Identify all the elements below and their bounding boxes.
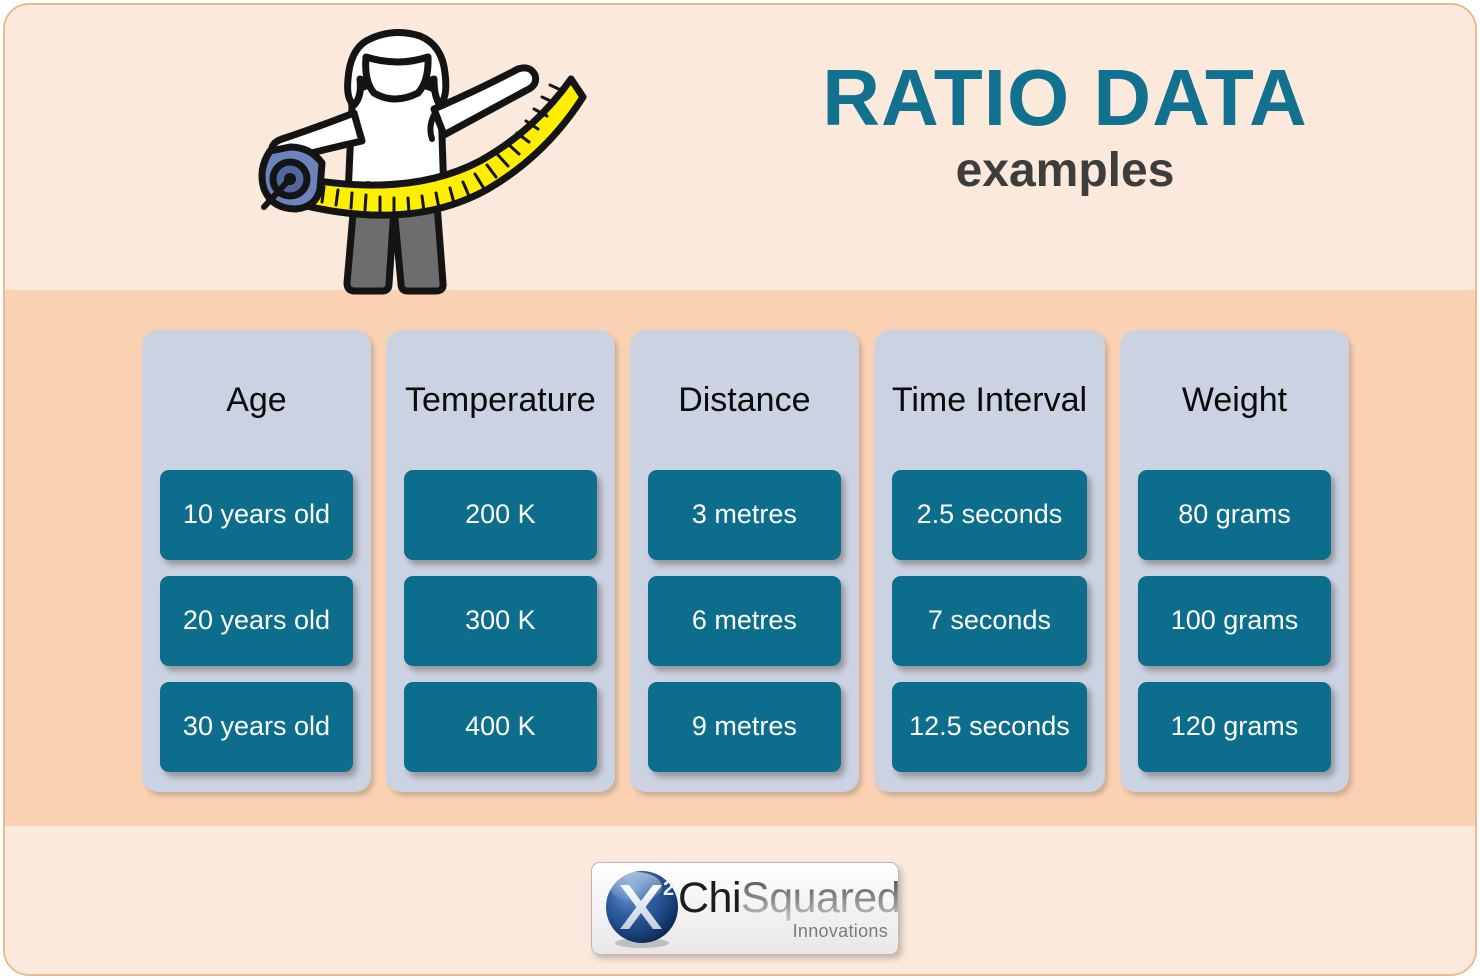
example-pill-stack: 200 K 300 K 400 K [403,470,597,772]
logo-word-row: ChiSquared [678,874,901,922]
category-card-age: Age 10 years old 20 years old 30 years o… [142,330,371,792]
logo-word-chi: Chi [678,874,742,922]
svg-text:2: 2 [663,878,674,900]
category-card-weight: Weight 80 grams 100 grams 120 grams [1120,330,1349,792]
example-pill: 3 metres [647,470,841,560]
example-pill: 20 years old [160,576,353,666]
example-pill: 300 K [403,576,597,666]
examples-card-row: Age 10 years old 20 years old 30 years o… [142,330,1349,792]
example-pill: 2.5 seconds [891,470,1088,560]
example-pill-stack: 3 metres 6 metres 9 metres [647,470,841,772]
category-header: Age [226,380,287,419]
example-pill: 80 grams [1138,470,1331,560]
title-block: RATIO DATA examples [775,57,1355,197]
example-pill-stack: 80 grams 100 grams 120 grams [1138,470,1331,772]
category-header: Weight [1181,380,1288,419]
example-pill: 12.5 seconds [891,682,1088,772]
category-header: Distance [678,380,811,419]
category-card-time-interval: Time Interval 2.5 seconds 7 seconds 12.5… [873,330,1106,792]
example-pill: 100 grams [1138,576,1331,666]
example-pill: 10 years old [160,470,353,560]
example-pill: 200 K [403,470,597,560]
page-title: RATIO DATA [822,53,1308,142]
category-card-temperature: Temperature 200 K 300 K 400 K [385,330,615,792]
example-pill: 30 years old [160,682,353,772]
example-pill: 400 K [403,682,597,772]
example-pill: 120 grams [1138,682,1331,772]
chisquared-logo[interactable]: 2 ChiSquared Innovations [591,862,901,955]
chi-squared-sphere-icon: 2 [600,867,684,951]
example-pill-stack: 2.5 seconds 7 seconds 12.5 seconds [891,470,1088,772]
example-pill-stack: 10 years old 20 years old 30 years old [160,470,353,772]
example-pill: 7 seconds [891,576,1088,666]
page-subtitle: examples [955,143,1175,197]
logo-word-squared: Squared [741,874,901,922]
category-header: Temperature [404,380,596,419]
logo-tagline: Innovations [792,921,888,941]
example-pill: 9 metres [647,682,841,772]
logo-wordmark: ChiSquared Innovations [678,863,901,954]
measuring-tape-illustration [248,23,598,299]
example-pill: 6 metres [647,576,841,666]
category-card-distance: Distance 3 metres 6 metres 9 metres [629,330,859,792]
poster-panel: RATIO DATA examples Age 10 years old 20 … [3,3,1477,976]
category-header: Time Interval [891,380,1088,419]
